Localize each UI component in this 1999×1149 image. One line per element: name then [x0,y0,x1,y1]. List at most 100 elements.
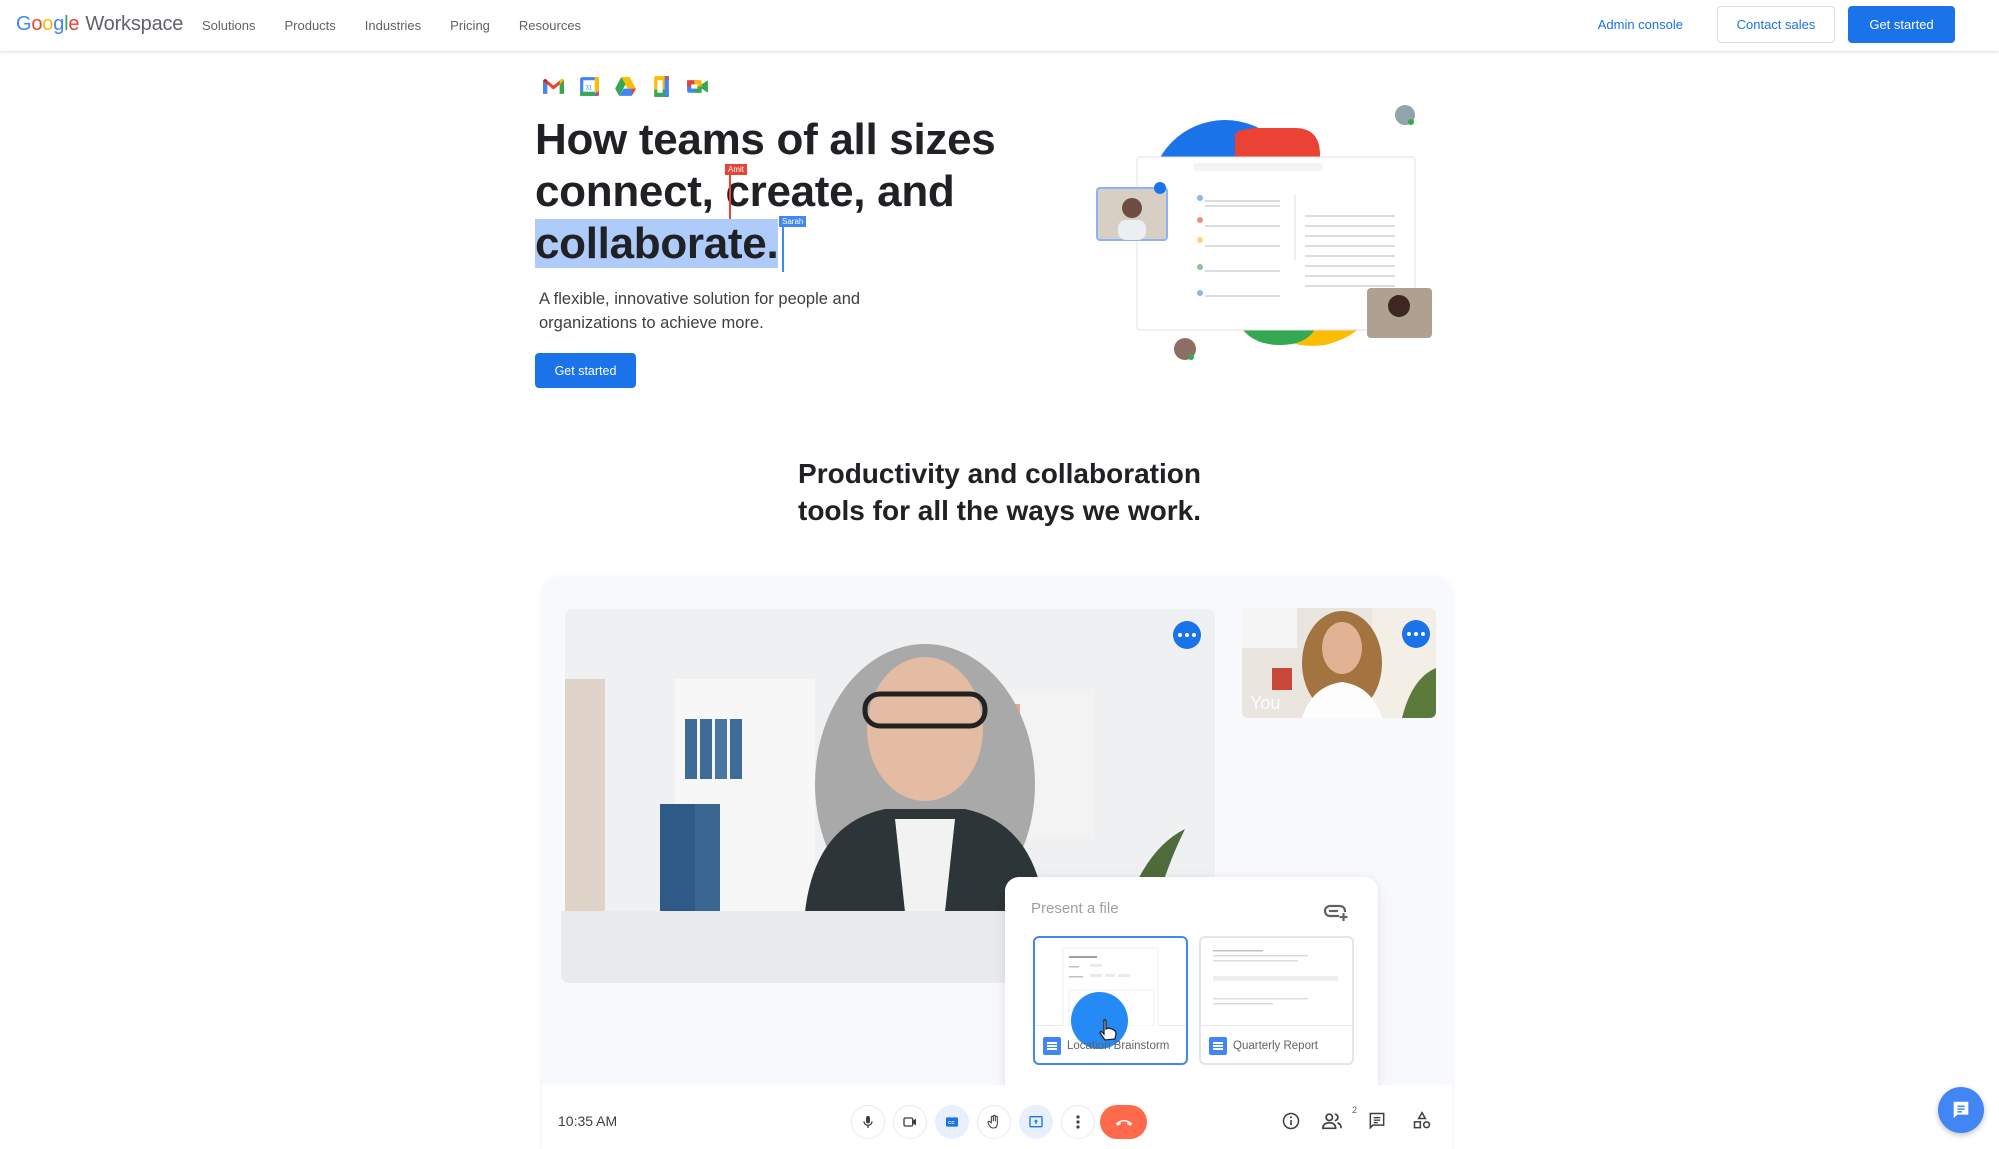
present-file-title: Present a file [1031,900,1119,917]
hang-up-icon [1115,1119,1132,1126]
mock-avatar [1197,264,1203,270]
meeting-info-button[interactable] [1280,1110,1302,1132]
add-link-icon[interactable] [1322,901,1348,921]
hero-title-connect: connect, [535,167,726,216]
logo-letter: o [31,13,43,35]
speaking-indicator [1154,182,1166,194]
file-name-row: Location Brainstorm [1043,1037,1169,1055]
raise-hand-icon [987,1114,998,1129]
hero-get-started-button[interactable]: Get started [535,353,636,388]
video-person [1122,198,1142,218]
hero-illustration [1096,105,1432,360]
section-title-line1: Productivity and collaboration [798,458,1201,489]
online-dot [1188,354,1194,360]
header-actions: Admin console Contact sales Get started [1598,6,1955,43]
video-person [1388,295,1410,317]
main-video-more-options-button[interactable] [1173,621,1201,649]
drive-icon [615,77,636,96]
logo-product-name: Workspace [85,13,184,35]
file-name: Location Brainstorm [1067,1040,1170,1052]
chat-button[interactable] [1366,1110,1388,1132]
mock-avatar [1197,237,1203,243]
google-docs-icon [1209,1037,1227,1055]
top-navigation-bar: Google Workspace Solutions Products Indu… [0,0,1999,51]
highlighted-word: collaborate. [535,219,779,268]
nav-solutions[interactable]: Solutions [202,18,255,33]
chat-icon [1369,1112,1385,1130]
collab-cursor-blue [782,226,784,272]
video-placeholder-strip [561,911,1021,983]
participants-button[interactable] [1321,1110,1343,1132]
present-file-panel: Present a file Location Brainstorm Quart… [1005,877,1378,1105]
video-person-body [1118,220,1146,240]
mock-avatar [1197,217,1203,223]
file-thumbnail [1201,938,1352,1026]
google-docs-icon [1043,1037,1061,1055]
participants-count: 2 [1352,1105,1358,1115]
self-video-label: You [1250,693,1281,713]
online-dot [1408,119,1414,125]
hero-title-line1: How teams of all sizes [535,115,996,164]
chat-support-fab[interactable] [1938,1087,1984,1133]
self-video-more-options-button[interactable] [1402,620,1430,648]
end-call-button[interactable] [1100,1105,1147,1139]
meet-icon [687,80,708,93]
logo-letter: g [53,13,65,35]
camera-icon [903,1117,916,1127]
header-get-started-button[interactable]: Get started [1848,6,1955,43]
mock-search-bar [1193,163,1323,171]
info-icon [1282,1112,1300,1130]
meeting-controls-bar: 10:35 AM CC 2 [542,1085,1452,1149]
svg-text:CC: CC [948,1120,955,1125]
nav-resources[interactable]: Resources [519,18,581,33]
camera-button[interactable] [893,1105,927,1139]
section-title: Productivity and collaboration tools for… [0,455,1999,529]
more-options-button[interactable] [1061,1105,1095,1139]
activities-button[interactable] [1411,1110,1433,1132]
docs-icon [654,76,669,97]
admin-console-link[interactable]: Admin console [1598,17,1683,32]
doc-thumbnail-graphic [1213,950,1338,1005]
google-workspace-logo[interactable]: Google Workspace [16,13,183,36]
file-card-location-brainstorm[interactable]: Location Brainstorm [1033,936,1188,1065]
hero-title: How teams of all sizes connect, create, … [535,114,996,270]
collab-cursor-tag-amit: Amit [725,164,747,175]
microphone-icon [863,1116,873,1128]
svg-text:31: 31 [585,85,592,92]
presenter-video [565,609,1215,912]
nav-industries[interactable]: Industries [365,18,421,33]
hero-title-create: create, and [725,167,955,216]
hero-title-line3: collaborate. [535,218,995,270]
file-name-row: Quarterly Report [1209,1037,1318,1055]
feedback-chat-icon [1953,1101,1969,1119]
meeting-time: 10:35 AM [558,1113,618,1129]
collab-cursor-red [729,175,731,219]
collab-cursor-tag-sarah: Sarah [779,216,807,227]
activities-shapes-icon [1413,1111,1431,1129]
present-screen-button[interactable] [1019,1105,1053,1139]
workspace-app-icons: 31 [541,74,710,99]
people-icon [1322,1113,1342,1130]
captions-button[interactable]: CC [935,1105,969,1139]
nav-pricing[interactable]: Pricing [450,18,490,33]
hero-title-line2: connect, create, and [535,166,995,218]
logo-letter: o [42,13,54,35]
microphone-button[interactable] [851,1105,885,1139]
gmail-icon [543,78,564,94]
mock-avatar [1197,195,1203,201]
raise-hand-button[interactable] [977,1105,1011,1139]
file-card-quarterly-report[interactable]: Quarterly Report [1199,936,1354,1065]
main-nav: Solutions Products Industries Pricing Re… [202,0,610,51]
logo-letter: G [16,13,32,35]
mock-avatar [1197,290,1203,296]
hero-subtitle: A flexible, innovative solution for peop… [539,290,861,332]
section-title-line2: tools for all the ways we work. [798,495,1201,526]
present-screen-icon [1029,1116,1043,1128]
more-vert-icon [1076,1115,1080,1129]
nav-products[interactable]: Products [284,18,335,33]
closed-captions-icon: CC [946,1117,958,1127]
file-name: Quarterly Report [1233,1040,1319,1052]
contact-sales-button[interactable]: Contact sales [1717,6,1835,43]
calendar-icon: 31 [580,77,599,96]
self-video-tile: You [1242,608,1436,718]
